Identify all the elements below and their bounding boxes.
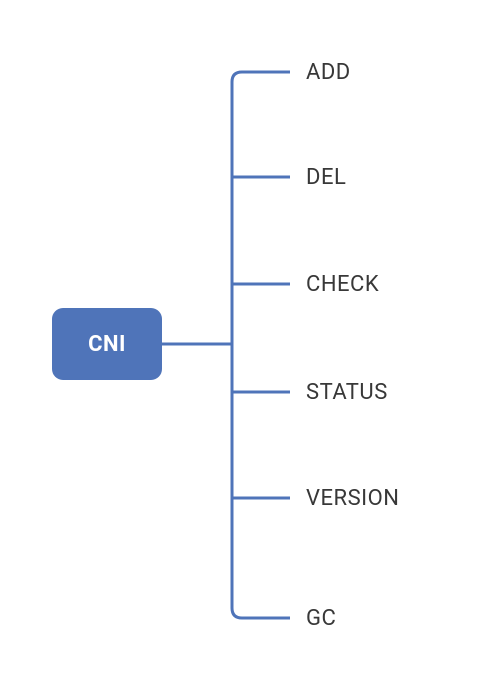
leaf-del: DEL (306, 165, 346, 190)
leaf-check: CHECK (306, 272, 379, 297)
root-label: CNI (88, 332, 126, 357)
leaf-status: STATUS (306, 380, 388, 405)
leaf-gc: GC (306, 606, 336, 631)
leaf-add: ADD (306, 60, 351, 85)
cni-diagram: CNI ADD DEL CHECK STATUS VERSION GC (0, 0, 500, 676)
leaf-version: VERSION (306, 486, 399, 511)
root-node-cni: CNI (52, 308, 162, 380)
